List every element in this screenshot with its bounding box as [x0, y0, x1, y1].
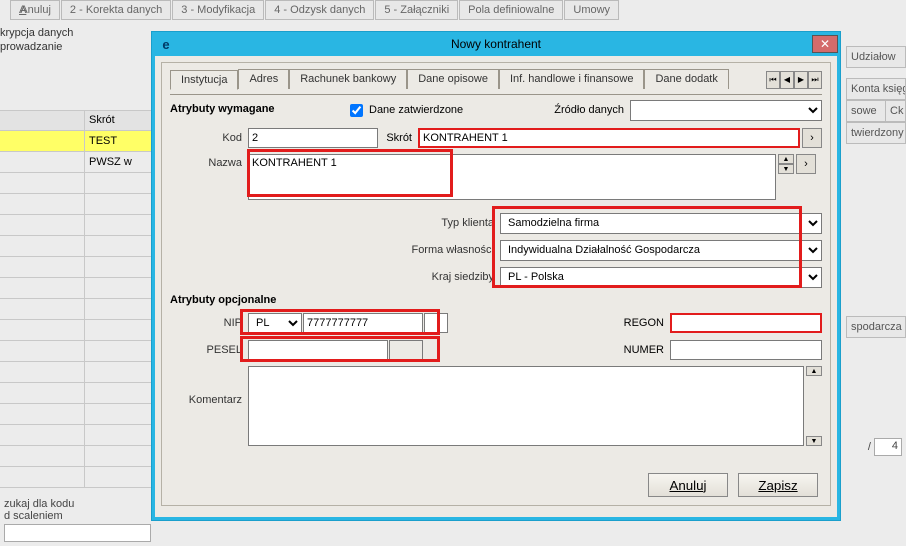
regon-label: REGON	[610, 317, 670, 329]
pesel-suffix-input[interactable]	[389, 340, 423, 360]
source-select[interactable]	[630, 100, 822, 121]
dialog-tabs: Instytucja Adres Rachunek bankowy Dane o…	[170, 69, 822, 89]
nazwa-lookup-button[interactable]: ›	[796, 154, 816, 174]
nip-input[interactable]	[303, 313, 423, 333]
tab-dane-dodatkowe[interactable]: Dane dodatk	[644, 69, 728, 89]
nip-label: NIP	[170, 317, 248, 329]
bg-btn-korekta[interactable]: 2 - Korekta danych	[61, 0, 171, 20]
tab-scroll-right-icon[interactable]: ▶	[794, 71, 808, 89]
dialog-title: Nowy kontrahent	[180, 37, 812, 51]
nip-prefix-select[interactable]: PL	[248, 313, 302, 334]
tab-scroll-first-icon[interactable]: ⏮	[766, 71, 780, 89]
nazwa-label: Nazwa	[170, 154, 248, 169]
dialog-nowy-kontrahent: e Nowy kontrahent ✕ Instytucja Adres Rac…	[152, 32, 840, 520]
pesel-input[interactable]	[248, 340, 388, 360]
bg-rt-udzialow[interactable]: Udziałow	[846, 46, 906, 68]
close-icon[interactable]: ✕	[812, 35, 838, 53]
komentarz-label: Komentarz	[170, 366, 248, 406]
section-required-title: Atrybuty wymagane	[170, 103, 350, 115]
nazwa-input[interactable]: KONTRAHENT 1	[248, 154, 776, 200]
bg-rt-twierdzony[interactable]: twierdzony	[846, 122, 906, 144]
bg-rt-ck[interactable]: Ck	[885, 101, 905, 121]
kod-input[interactable]	[248, 128, 378, 148]
forma-select[interactable]: Indywidualna Działalność Gospodarcza	[500, 240, 822, 261]
bg-btn-zalaczniki[interactable]: 5 - Załączniki	[375, 0, 458, 20]
kraj-select[interactable]: PL - Polska	[500, 267, 822, 288]
table-row[interactable]: PWSZ w	[0, 152, 155, 173]
forma-label: Forma własności	[170, 244, 500, 256]
bg-btn-pola[interactable]: Pola definiowalne	[459, 0, 563, 20]
typ-label: Typ klienta	[170, 217, 500, 229]
bg-right-tabs: Udziałow Konta księg sowe Ck twierdzony …	[846, 46, 906, 338]
bg-rt-konta[interactable]: Konta księg	[846, 78, 906, 100]
kraj-label: Kraj siedziby	[170, 271, 500, 283]
komentarz-up-icon[interactable]: ▲	[806, 366, 822, 376]
bg-rt-sowe[interactable]: sowe	[847, 101, 885, 121]
tab-inf-handlowe[interactable]: Inf. handlowe i finansowe	[499, 69, 645, 89]
bg-btn-anuluj[interactable]: AAnuluj	[10, 0, 60, 20]
bg-btn-odzysk[interactable]: 4 - Odzysk danych	[265, 0, 374, 20]
skrot-label: Skrót	[378, 132, 418, 144]
skrot-input[interactable]	[418, 128, 800, 148]
pesel-label: PESEL	[170, 344, 248, 356]
bg-grid-h1	[0, 110, 85, 131]
bg-grid-h2: Skrót	[85, 110, 155, 131]
skrot-lookup-button[interactable]: ›	[802, 128, 822, 148]
checkbox-dane-zatwierdzone[interactable]	[350, 104, 363, 117]
cancel-button[interactable]: Anuluj	[648, 473, 728, 497]
regon-input[interactable]	[670, 313, 822, 333]
nazwa-down-icon[interactable]: ▼	[778, 164, 794, 174]
numer-input[interactable]	[670, 340, 822, 360]
tab-scroll: ⏮ ◀ ▶ ⏭	[766, 71, 822, 89]
bg-btn-umowy[interactable]: Umowy	[564, 0, 619, 20]
komentarz-input[interactable]	[248, 366, 804, 446]
dialog-buttons: Anuluj Zapisz	[648, 473, 818, 497]
table-row[interactable]: TEST	[0, 131, 155, 152]
bg-search-input[interactable]	[4, 524, 151, 542]
checkbox-dane-zatwierdzone-label: Dane zatwierdzone	[369, 104, 463, 116]
tab-instytucja[interactable]: Instytucja	[170, 70, 238, 90]
bg-rt-spodarcza[interactable]: spodarcza	[846, 316, 906, 338]
tab-adres[interactable]: Adres	[238, 69, 289, 89]
nazwa-up-icon[interactable]: ▲	[778, 154, 794, 164]
typ-select[interactable]: Samodzielna firma	[500, 213, 822, 234]
numer-label: NUMER	[610, 344, 670, 356]
bg-bottom-search: zukaj dla kodu d scaleniem	[0, 494, 155, 546]
save-button[interactable]: Zapisz	[738, 473, 818, 497]
bg-btn-modyfikacja[interactable]: 3 - Modyfikacja	[172, 0, 264, 20]
section-optional-title: Atrybuty opcjonalne	[170, 294, 822, 306]
bg-topleft-text: krypcja danych prowadzanie	[0, 26, 73, 54]
tab-rachunek[interactable]: Rachunek bankowy	[289, 69, 407, 89]
nip-suffix-input[interactable]	[424, 313, 448, 333]
tab-dane-opisowe[interactable]: Dane opisowe	[407, 69, 499, 89]
kod-label: Kod	[170, 132, 248, 144]
tab-scroll-last-icon[interactable]: ⏭	[808, 71, 822, 89]
bg-grid: Skrót TEST PWSZ w	[0, 110, 155, 488]
app-icon: e	[158, 36, 174, 52]
source-label: Źródło danych	[530, 104, 630, 116]
bg-toolbar: AAnuluj 2 - Korekta danych 3 - Modyfikac…	[0, 0, 906, 24]
bg-page-fraction: / 4	[868, 438, 902, 456]
tab-scroll-left-icon[interactable]: ◀	[780, 71, 794, 89]
komentarz-down-icon[interactable]: ▼	[806, 436, 822, 446]
titlebar: e Nowy kontrahent ✕	[152, 32, 840, 56]
